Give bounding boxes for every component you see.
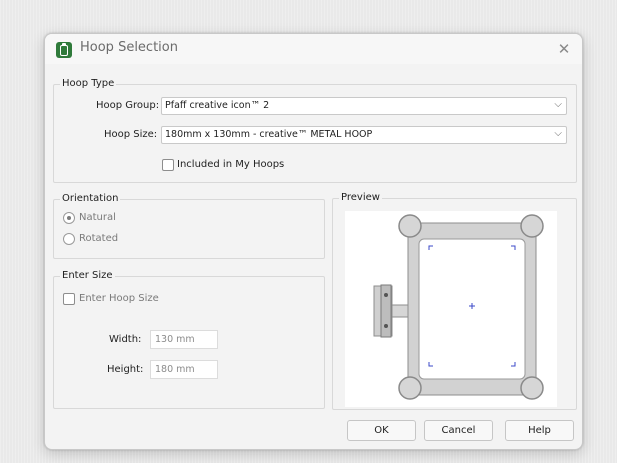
clamp-screw-top: [384, 293, 388, 297]
hoop-preview-drawing: [373, 214, 544, 400]
natural-label[interactable]: Natural: [79, 211, 116, 225]
preview-legend: Preview: [339, 192, 382, 204]
orientation-group: Orientation Natural Rotated: [53, 193, 325, 259]
preview-group: Preview: [332, 192, 577, 410]
hoop-type-legend: Hoop Type: [60, 78, 117, 90]
clamp-screw-bottom: [384, 324, 388, 328]
chevron-down-icon: ⌵: [554, 128, 562, 139]
hoop-clamp-plate: [380, 284, 392, 338]
title-bar: Hoop Selection ✕: [45, 34, 582, 64]
cancel-button[interactable]: Cancel: [424, 420, 493, 441]
hoop-preview-canvas: [345, 211, 557, 407]
width-input[interactable]: 130 mm: [150, 330, 218, 349]
height-value: 180 mm: [155, 364, 195, 375]
hoop-lug-bottom-right: [520, 376, 544, 400]
enter-size-legend: Enter Size: [60, 270, 115, 282]
hoop-size-label: Hoop Size:: [104, 129, 158, 140]
natural-radio[interactable]: [63, 212, 75, 224]
included-in-my-hoops-label[interactable]: Included in My Hoops: [177, 158, 284, 172]
hoop-selection-dialog: Hoop Selection ✕ Hoop Type Hoop Group: P…: [44, 33, 583, 450]
help-button[interactable]: Help: [505, 420, 574, 441]
enter-size-group: Enter Size Enter Hoop Size Width: 130 mm…: [53, 270, 325, 409]
hoop-type-group: Hoop Type Hoop Group: Pfaff creative ico…: [53, 78, 577, 183]
hoop-group-select[interactable]: Pfaff creative icon™ 2 ⌵: [161, 97, 567, 115]
hoop-group-value: Pfaff creative icon™ 2: [165, 100, 270, 111]
orientation-legend: Orientation: [60, 193, 121, 205]
included-in-my-hoops-checkbox[interactable]: [162, 159, 174, 171]
enter-hoop-size-checkbox[interactable]: [63, 293, 75, 305]
hoop-size-value: 180mm x 130mm - creative™ METAL HOOP: [165, 129, 373, 140]
height-input[interactable]: 180 mm: [150, 360, 218, 379]
ok-button[interactable]: OK: [347, 420, 416, 441]
hoop-app-icon: [56, 42, 72, 58]
width-value: 130 mm: [155, 334, 195, 345]
hoop-lug-top-left: [398, 214, 422, 238]
enter-hoop-size-label[interactable]: Enter Hoop Size: [79, 292, 159, 306]
chevron-down-icon: ⌵: [554, 99, 562, 110]
rotated-radio[interactable]: [63, 233, 75, 245]
hoop-group-label: Hoop Group:: [96, 100, 160, 111]
height-label: Height:: [107, 364, 144, 375]
close-button[interactable]: ✕: [553, 38, 575, 60]
hoop-size-select[interactable]: 180mm x 130mm - creative™ METAL HOOP ⌵: [161, 126, 567, 144]
dialog-title: Hoop Selection: [80, 40, 178, 55]
close-icon: ✕: [557, 40, 571, 58]
hoop-lug-bottom-left: [398, 376, 422, 400]
rotated-label[interactable]: Rotated: [79, 232, 118, 246]
hoop-lug-top-right: [520, 214, 544, 238]
width-label: Width:: [109, 334, 142, 345]
